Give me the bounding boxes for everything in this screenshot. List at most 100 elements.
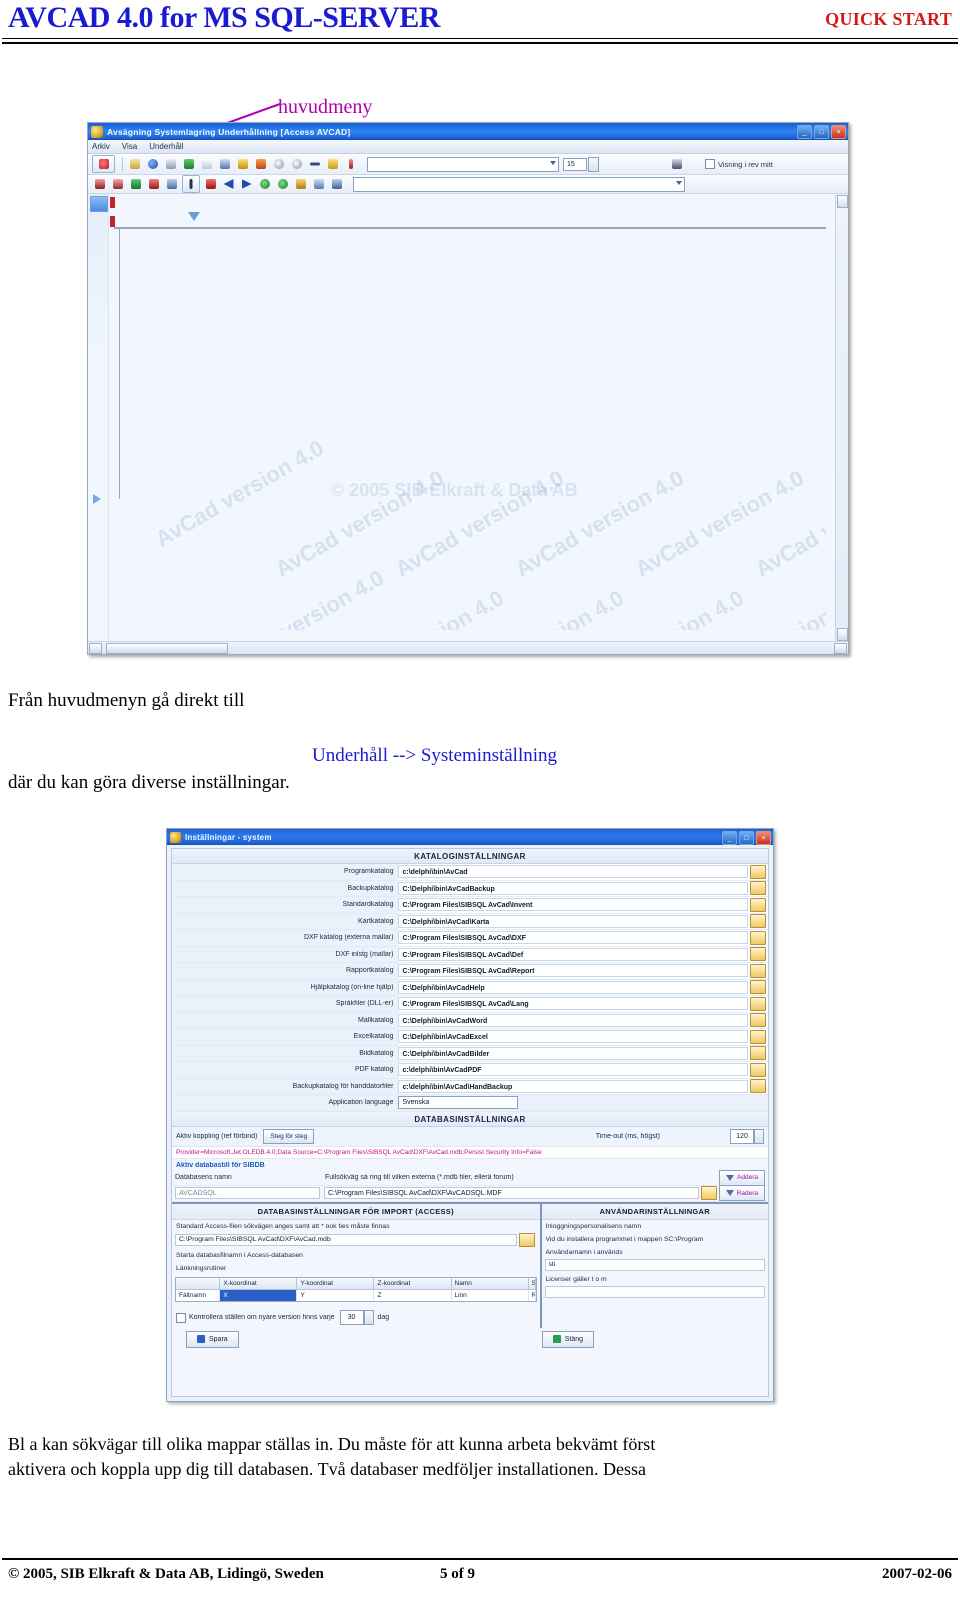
browse-folder-icon[interactable] (750, 914, 766, 929)
rail-tab-icon[interactable] (90, 196, 108, 212)
menu-arkiv[interactable]: Arkiv (92, 142, 110, 151)
setting-value[interactable]: C:\Delphi\bin\AvCadBackup (398, 881, 748, 895)
visning-checkbox[interactable] (705, 159, 715, 169)
db-path-input[interactable]: C:\Program Files\SIBSQL AvCad\DXF\AvCADS… (324, 1187, 699, 1199)
setting-row[interactable]: Backupkatalog C:\Delphi\bin\AvCadBackup (172, 880, 768, 897)
setting-value[interactable]: c:\delphi\bin\AvCad\HandBackup (398, 1079, 748, 1093)
setting-row[interactable]: Språkfiler (DLL-er) C:\Program Files\SIB… (172, 996, 768, 1013)
setting-value[interactable]: c:\delphi\bin\AvCad (398, 865, 748, 879)
browse-folder-icon[interactable] (750, 996, 766, 1011)
browse-folder-icon[interactable] (750, 1046, 766, 1061)
symbol-icon[interactable] (203, 177, 218, 192)
zoom-in-icon[interactable] (271, 157, 286, 172)
menu-visa[interactable]: Visa (122, 142, 137, 151)
browse-folder-icon[interactable] (750, 897, 766, 912)
version-check-days-input[interactable]: 30 (339, 1310, 364, 1325)
zoom-level-input[interactable]: 15 (563, 157, 587, 171)
db-name-input[interactable]: AVCADSQL (175, 1187, 320, 1199)
browse-folder-icon[interactable] (750, 980, 766, 995)
browse-folder-icon[interactable] (750, 864, 766, 879)
setting-row[interactable]: Kartkatalog C:\Delphi\bin\AvCad\Karta (172, 913, 768, 930)
info-icon[interactable] (343, 157, 358, 172)
window-controls[interactable]: _ □ × (797, 125, 846, 139)
setting-value[interactable]: C:\Program Files\SIBSQL AvCad\Report (398, 964, 748, 978)
setting-row[interactable]: Mallkatalog C:\Delphi\bin\AvCadWord (172, 1012, 768, 1029)
tree-icon[interactable] (181, 157, 196, 172)
setting-row[interactable]: Rapportkatalog C:\Program Files\SIBSQL A… (172, 963, 768, 980)
next-arrow-icon[interactable] (239, 177, 254, 192)
left-rail[interactable] (88, 194, 109, 654)
browse-folder-icon[interactable] (750, 1062, 766, 1077)
minus-icon[interactable] (307, 157, 322, 172)
excel-icon[interactable] (128, 177, 143, 192)
browse-folder-icon[interactable] (750, 1013, 766, 1028)
card-icon[interactable] (311, 177, 326, 192)
table-cell-sektionsgrid[interactable]: Rect 4 (529, 1289, 536, 1301)
maximize-button[interactable]: □ (814, 125, 829, 139)
user-name-row[interactable]: sti (542, 1258, 768, 1273)
database-link[interactable]: Aktiv databastill för SIBDB (172, 1159, 768, 1171)
setting-row[interactable]: Bildkatalog C:\Delphi\bin\AvCadBilder (172, 1045, 768, 1062)
setting-value[interactable]: C:\Program Files\SIBSQL AvCad\DXF (398, 931, 748, 945)
toolbar-row-1[interactable]: 15 Visning i rev mitt (88, 154, 848, 175)
setting-row[interactable]: Standardkatalog C:\Program Files\SIBSQL … (172, 897, 768, 914)
export-icon[interactable] (235, 157, 250, 172)
main-menubar[interactable]: Arkiv Visa Underhåll (88, 140, 848, 154)
save-button[interactable]: Spara (186, 1330, 239, 1348)
version-check-stepper[interactable] (363, 1310, 374, 1325)
scroll-down-icon[interactable] (837, 628, 848, 641)
minimize-button[interactable]: _ (797, 125, 812, 139)
setting-row[interactable]: Programkatalog c:\delphi\bin\AvCad (172, 864, 768, 881)
setting-value[interactable]: c:\delphi\bin\AvCadPDF (398, 1063, 748, 1077)
import-path-row[interactable]: C:\Program Files\SIBSQL AvCad\DXF\AvCad.… (172, 1232, 540, 1249)
scroll-up-icon[interactable] (837, 195, 848, 208)
prev-arrow-icon[interactable] (221, 177, 236, 192)
setting-row[interactable]: DXF katalog (externa mallar) C:\Program … (172, 930, 768, 947)
abc-icon[interactable] (217, 157, 232, 172)
setting-value[interactable]: C:\Program Files\SIBSQL AvCad\Invent (398, 898, 748, 912)
visning-checkbox-group[interactable]: Visning i rev mitt (705, 159, 773, 169)
person-icon[interactable] (669, 157, 684, 172)
license-row[interactable] (542, 1285, 768, 1300)
toolbar-combo[interactable] (367, 156, 559, 172)
browse-folder-icon[interactable] (700, 1186, 717, 1200)
step-by-step-button[interactable]: Steg för steg (263, 1128, 315, 1144)
open-folder-icon[interactable] (127, 157, 142, 172)
browse-folder-icon[interactable] (518, 1232, 535, 1247)
setting-value[interactable]: C:\Delphi\bin\AvCadWord (398, 1013, 748, 1027)
refresh-icon[interactable] (257, 177, 272, 192)
table-cell-namn[interactable]: Linn (452, 1289, 529, 1301)
text-tool-icon[interactable] (182, 175, 200, 193)
toolbar-combo-2[interactable] (353, 176, 685, 192)
close-dialog-button[interactable]: Stäng (541, 1330, 594, 1348)
setting-row[interactable]: Hjälpkatalog (on-line hjälp) C:\Delphi\b… (172, 979, 768, 996)
edit-icon[interactable] (164, 177, 179, 192)
setting-value[interactable]: C:\Delphi\bin\AvCadHelp (398, 980, 748, 994)
setting-row[interactable]: Backupkatalog för handdatorfiler c:\delp… (172, 1078, 768, 1095)
license-input[interactable] (544, 1285, 765, 1298)
scroll-right-icon[interactable] (834, 643, 847, 654)
setting-row[interactable]: Excelkatalog C:\Delphi\bin\AvCadExcel (172, 1029, 768, 1046)
delete-database-button[interactable]: Radera (718, 1185, 765, 1201)
db-path-row[interactable]: AVCADSQL C:\Program Files\SIBSQL AvCad\D… (172, 1185, 768, 1202)
language-select[interactable]: Svenska (398, 1096, 519, 1110)
dialog-action-bar[interactable]: Spara Stäng (172, 1328, 768, 1351)
star-icon[interactable] (325, 157, 340, 172)
browse-folder-icon[interactable] (750, 963, 766, 978)
vertical-scrollbar[interactable] (835, 194, 848, 642)
print-icon[interactable] (163, 157, 178, 172)
maximize-button[interactable]: □ (739, 831, 754, 845)
globe-icon[interactable] (145, 157, 160, 172)
setting-row[interactable]: DXF inlstg (mallar) C:\Program Files\SIB… (172, 946, 768, 963)
scroll-left-icon[interactable] (89, 643, 102, 654)
table-cell-x[interactable]: X (220, 1289, 298, 1301)
setting-value[interactable]: C:\Program Files\SIBSQL AvCad\Lang (398, 997, 748, 1011)
setting-value[interactable]: C:\Delphi\bin\AvCad\Karta (398, 914, 748, 928)
browse-folder-icon[interactable] (750, 947, 766, 962)
table-cell-y[interactable]: Y (297, 1289, 375, 1301)
close-button[interactable]: × (831, 125, 846, 139)
user-name-input[interactable]: sti (544, 1258, 765, 1271)
zoom-stepper[interactable] (588, 156, 599, 172)
setting-row[interactable]: PDF katalog c:\delphi\bin\AvCadPDF (172, 1062, 768, 1079)
rail-play-icon[interactable] (93, 494, 101, 504)
